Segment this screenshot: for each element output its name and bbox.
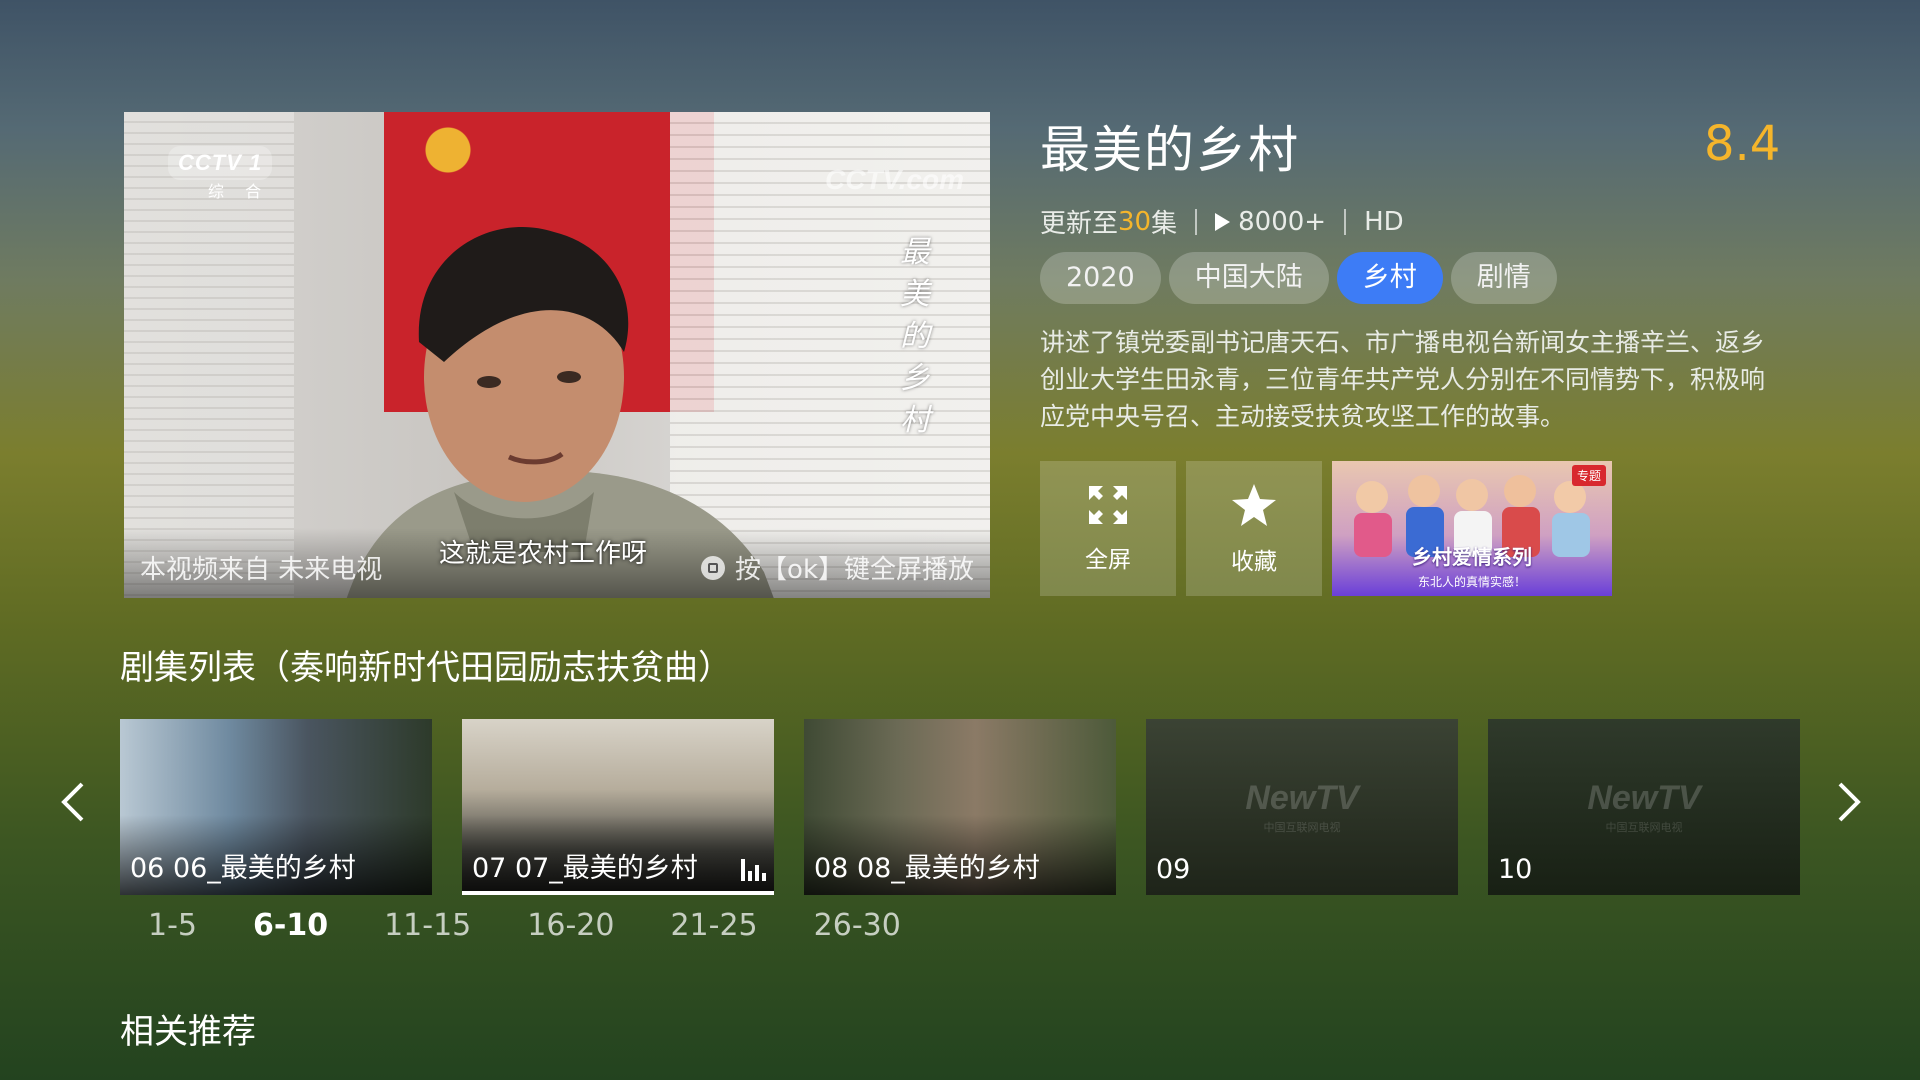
play-count: 8000+	[1238, 206, 1327, 237]
favorite-button[interactable]: 收藏	[1186, 461, 1322, 596]
calligraphy-char: 最	[900, 235, 930, 270]
update-suffix: 集	[1151, 209, 1178, 239]
calligraphy-title: 最 美 的 乡 村	[898, 232, 932, 442]
episode-label: 06 06_最美的乡村	[130, 853, 356, 884]
ok-button-icon	[701, 555, 726, 580]
calligraphy-char: 的	[900, 319, 930, 354]
episode-card[interactable]: 08 08_最美的乡村	[804, 719, 1116, 895]
calligraphy-char: 乡	[900, 361, 930, 396]
channel-watermark: CCTV.com	[824, 164, 964, 195]
tag-year[interactable]: 2020	[1040, 252, 1161, 304]
calligraphy-char: 村	[900, 403, 930, 438]
channel-logo: CCTV 1	[168, 146, 273, 180]
promo-title: 乡村爱情系列	[1412, 545, 1532, 569]
channel-sub-label: 综 合	[208, 182, 270, 201]
scene-emblem	[404, 122, 514, 192]
episode-placeholder-logo-sub: 中国互联网电视	[1263, 821, 1341, 834]
related-section-title: 相关推荐	[120, 1012, 256, 1052]
range-tab[interactable]: 11-15	[384, 908, 471, 943]
tag-genre[interactable]: 剧情	[1450, 252, 1557, 304]
range-tab[interactable]: 26-30	[814, 908, 901, 943]
star-icon	[1232, 483, 1276, 526]
update-count: 30	[1118, 206, 1152, 237]
show-meta: 更新至 30 集 8000+ HD	[1040, 203, 1404, 240]
play-count-icon	[1215, 212, 1231, 231]
episode-range-tabs: 1-5 6-10 11-15 16-20 21-25 26-30	[148, 908, 957, 943]
meta-divider	[1344, 208, 1347, 235]
fullscreen-button[interactable]: 全屏	[1040, 461, 1176, 596]
range-tab-active[interactable]: 6-10	[253, 908, 328, 943]
episode-label: 08 08_最美的乡村	[814, 853, 1040, 884]
arrow-right-icon[interactable]	[1834, 780, 1864, 824]
video-source-text: 本视频来自 未来电视	[140, 555, 383, 585]
episode-card[interactable]: NewTV 中国互联网电视 09	[1146, 719, 1458, 895]
episode-placeholder-logo-sub: 中国互联网电视	[1605, 821, 1683, 834]
update-prefix: 更新至	[1040, 209, 1119, 239]
fullscreen-label: 全屏	[1085, 546, 1131, 573]
tag-list: 2020 中国大陆 乡村 剧情	[1040, 252, 1557, 304]
tag-region[interactable]: 中国大陆	[1168, 252, 1329, 304]
fullscreen-hint: 按【ok】键全屏播放	[701, 549, 974, 586]
show-description: 讲述了镇党委副书记唐天石、市广播电视台新闻女主播辛兰、返乡创业大学生田永青，三位…	[1040, 328, 1766, 431]
arrow-left-icon[interactable]	[58, 780, 88, 824]
episode-card[interactable]: 06 06_最美的乡村	[120, 719, 432, 895]
promo-badge: 专题	[1571, 465, 1606, 486]
fullscreen-hint-text: 按【ok】键全屏播放	[735, 555, 974, 585]
episode-placeholder-logo: NewTV	[1245, 779, 1359, 817]
episode-placeholder-logo: NewTV	[1587, 779, 1701, 817]
range-tab[interactable]: 16-20	[527, 908, 614, 943]
episode-label: 09	[1156, 854, 1191, 885]
range-tab[interactable]: 21-25	[670, 908, 757, 943]
show-title: 最美的乡村	[1040, 121, 1300, 179]
episode-label: 07 07_最美的乡村	[472, 853, 698, 884]
episode-list: 06 06_最美的乡村 07 07_最美的乡村 08 08_最美的乡村 NewT…	[120, 719, 1800, 895]
favorite-label: 收藏	[1231, 548, 1277, 575]
episode-card[interactable]: NewTV 中国互联网电视 10	[1488, 719, 1800, 895]
episode-section-title: 剧集列表（奏响新时代田园励志扶贫曲）	[120, 648, 732, 688]
episode-card[interactable]: 07 07_最美的乡村	[462, 719, 774, 895]
episode-label: 10	[1498, 854, 1533, 885]
show-rating: 8.4	[1704, 116, 1781, 172]
quality-label: HD	[1364, 206, 1404, 237]
calligraphy-char: 美	[900, 277, 930, 312]
promo-subtitle: 东北人的真情实感！	[1417, 575, 1526, 589]
range-tab[interactable]: 1-5	[148, 908, 197, 943]
playing-bars-icon	[741, 859, 766, 881]
promo-banner[interactable]: 专题 乡村爱情系列 东北人的真情实感！	[1332, 461, 1612, 596]
meta-divider	[1195, 208, 1198, 235]
tag-rural[interactable]: 乡村	[1336, 252, 1443, 304]
fullscreen-icon	[1089, 485, 1127, 524]
video-player[interactable]: CCTV 1 综 合 CCTV.com 最 美 的 乡 村 本视频来自 未来电视…	[124, 112, 990, 598]
video-subtitle: 这就是农村工作呀	[439, 539, 648, 569]
